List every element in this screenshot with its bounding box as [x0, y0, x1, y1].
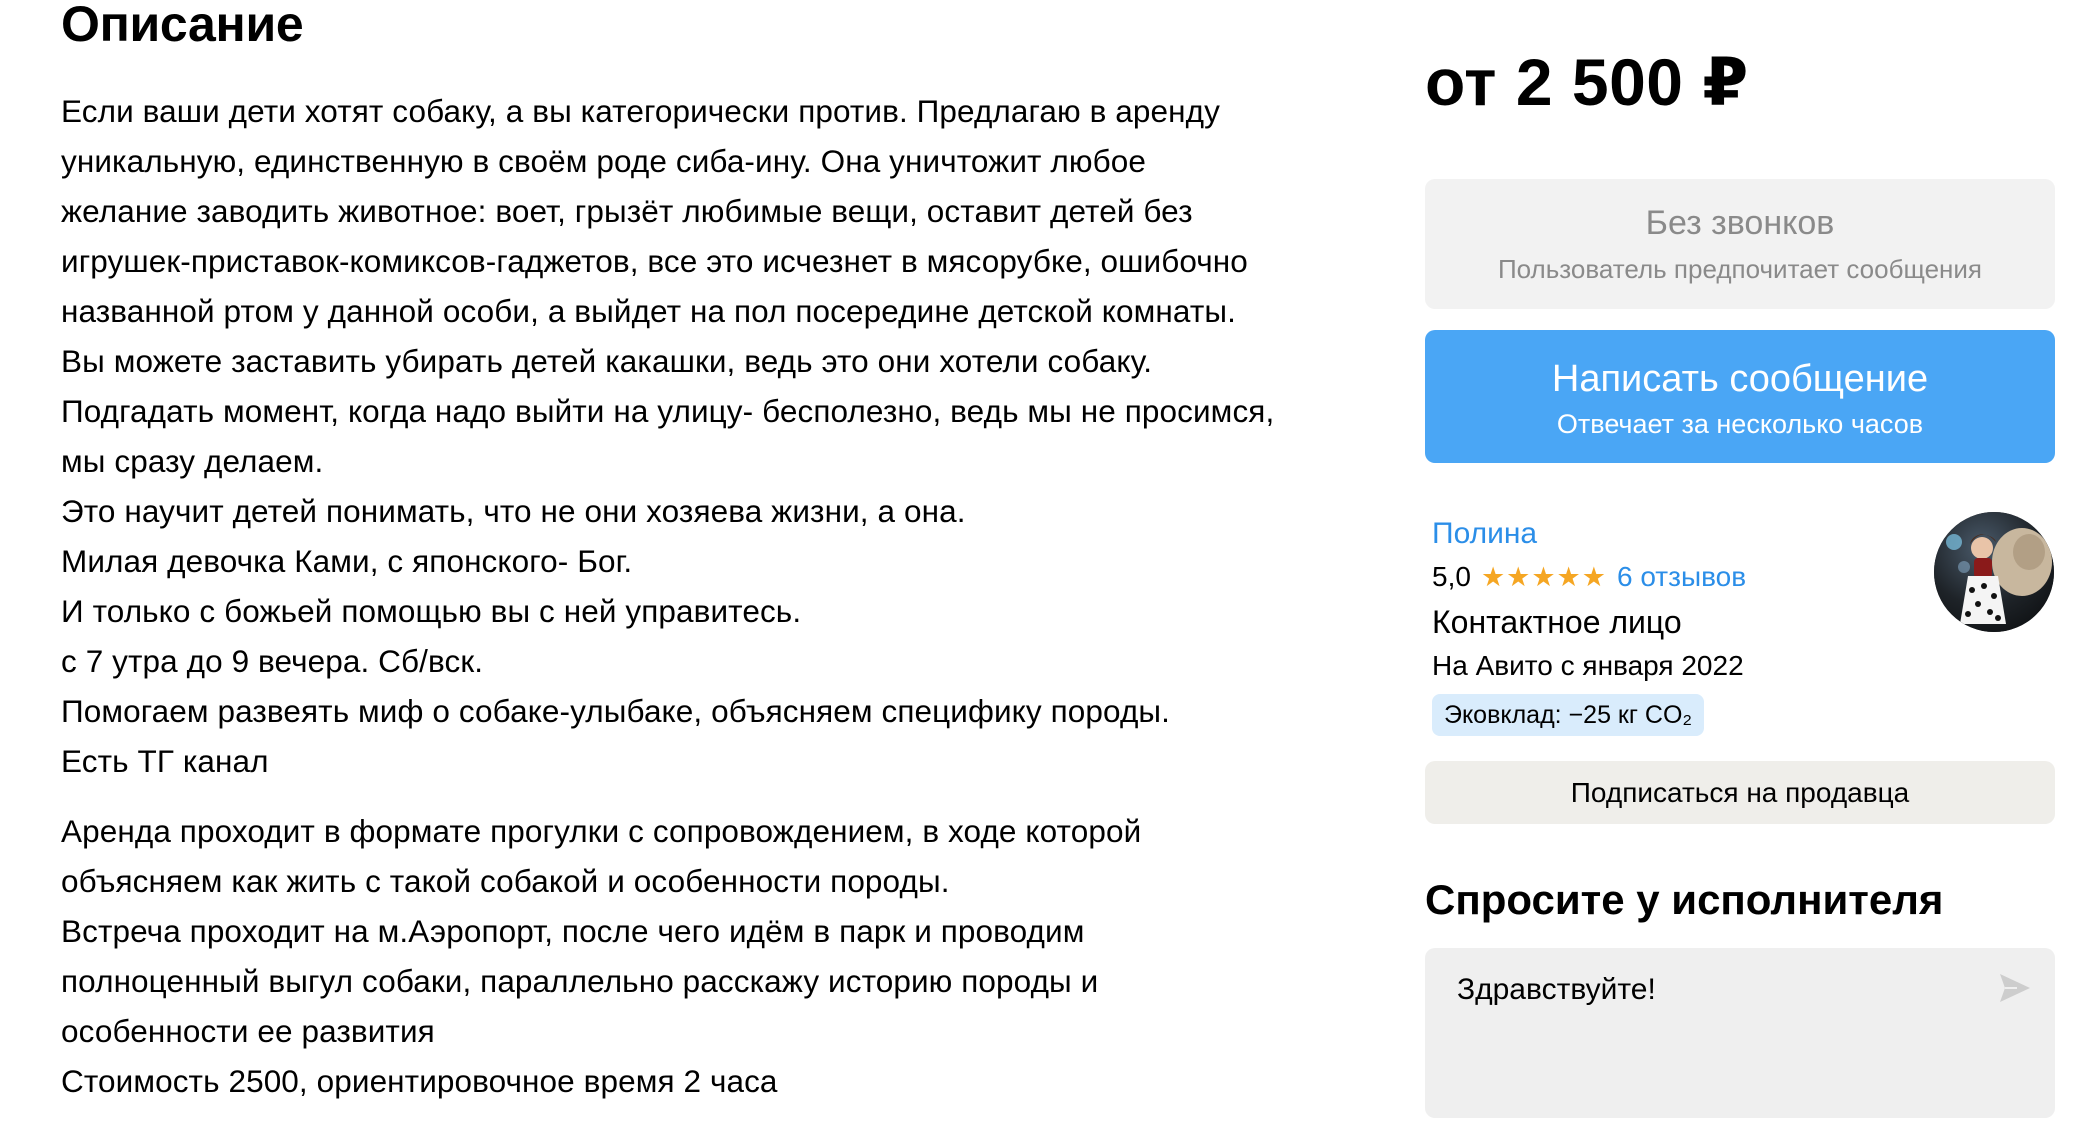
description-line: Есть ТГ канал: [61, 743, 269, 779]
no-calls-subtitle: Пользователь предпочитает сообщения: [1497, 254, 1982, 284]
description-line: уникальную, единственную в своём роде си…: [61, 143, 1147, 179]
seller-rating: 5,0 ★★★★★ 6 отзывов: [1432, 555, 1746, 599]
rating-value: 5,0: [1432, 561, 1471, 592]
description-line: Подгадать момент, когда надо выйти на ул…: [61, 393, 1275, 429]
description-line: И только с божьей помощью вы с ней управ…: [61, 593, 802, 629]
seller-name-link[interactable]: Полина: [1432, 510, 1537, 558]
description-line: Помогаем развеять миф о собаке-улыбаке, …: [61, 693, 1171, 729]
avatar-photo-icon: [1934, 512, 2054, 632]
reviews-link[interactable]: 6 отзывов: [1617, 561, 1746, 592]
description-line: особенности ее развития: [61, 1013, 435, 1049]
description-line: Встреча проходит на м.Аэропорт, после че…: [61, 913, 1085, 949]
send-arrow-icon[interactable]: [1997, 970, 2033, 1006]
rating-stars-icon: ★★★★★: [1480, 562, 1607, 593]
description-line: мы сразу делаем.: [61, 443, 324, 479]
no-calls-notice: Без звонков Пользователь предпочитает со…: [1425, 179, 2055, 309]
price: от 2 500 ₽: [1425, 45, 1749, 119]
description-paragraph-1: Если ваши дети хотят собаку, а вы катего…: [61, 86, 1274, 786]
description-line: Стоимость 2500, ориентировочное время 2 …: [61, 1063, 778, 1099]
response-time-label: Отвечает за несколько часов: [1556, 409, 1924, 439]
description-line: с 7 утра до 9 вечера. Сб/вск.: [61, 643, 484, 679]
description-line: Если ваши дети хотят собаку, а вы катего…: [61, 93, 1220, 129]
eco-contribution-badge: Эковклад: −25 кг CO₂: [1432, 694, 1705, 736]
description-line: Вы можете заставить убирать детей какашк…: [61, 343, 1153, 379]
no-calls-title: Без звонков: [1645, 204, 1835, 242]
description-line: игрушек-приставок-комиксов-гаджетов, все…: [61, 243, 1248, 279]
ask-message-input[interactable]: Здравствуйте!: [1457, 968, 1977, 1108]
description-line: Милая девочка Ками, с японского- Бог.: [61, 543, 633, 579]
description-line: желание заводить животное: воет, грызёт …: [61, 193, 1193, 229]
description-line: Аренда проходит в формате прогулки с соп…: [61, 813, 1142, 849]
description-title: Описание: [61, 0, 304, 52]
description-line: объясняем как жить с такой собакой и осо…: [61, 863, 950, 899]
seller-since: На Авито с января 2022: [1432, 650, 1744, 681]
ask-performer-title: Спросите у исполнителя: [1425, 876, 1944, 923]
description-line: названной ртом у данной особи, а выйдет …: [61, 293, 1236, 329]
seller-role: Контактное лицо: [1432, 604, 1682, 640]
description-line: Это научит детей понимать, что не они хо…: [61, 493, 966, 529]
seller-avatar[interactable]: [1934, 512, 2054, 632]
write-message-label: Написать сообщение: [1551, 358, 1929, 400]
subscribe-seller-button[interactable]: Подписаться на продавца: [1425, 761, 2055, 824]
description-paragraph-2: Аренда проходит в формате прогулки с соп…: [61, 806, 1141, 1106]
ask-message-box: Здравствуйте!: [1425, 948, 2055, 1118]
description-line: полноценный выгул собаки, параллельно ра…: [61, 963, 1099, 999]
write-message-button[interactable]: Написать сообщение Отвечает за несколько…: [1425, 330, 2055, 463]
